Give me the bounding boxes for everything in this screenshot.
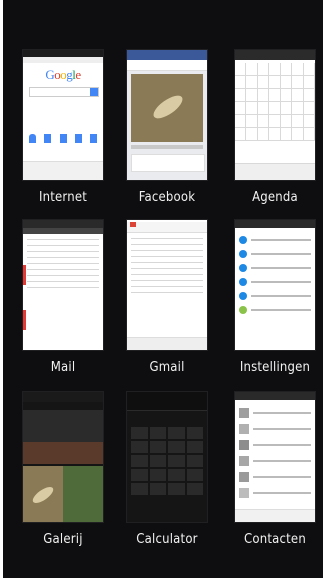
contact-avatar: [239, 472, 249, 482]
contacten-thumbnail: [235, 392, 315, 522]
calendar-grid: [235, 63, 315, 141]
google-logo: Google: [45, 67, 81, 82]
app-label-contacten: Contacten: [244, 532, 306, 547]
galerij-thumbnail: [23, 392, 103, 522]
search-box: [29, 87, 99, 97]
app-card-mail[interactable]: Mail: [23, 220, 119, 380]
app-card-contacten[interactable]: Contacten: [235, 392, 323, 552]
contact-avatar: [239, 440, 249, 450]
agenda-thumbnail: [235, 50, 315, 180]
contact-avatar: [239, 488, 249, 498]
shortcut-icon: [90, 134, 97, 143]
search-icon: [90, 88, 98, 96]
app-label-agenda: Agenda: [252, 190, 298, 205]
app-card-galerij[interactable]: Galerij: [23, 392, 119, 552]
calculator-keypad: [127, 423, 207, 499]
settings-icon: [239, 264, 247, 272]
settings-icon: [239, 236, 247, 244]
app-card-instellingen[interactable]: Instellingen: [235, 220, 323, 380]
settings-icon: [239, 278, 247, 286]
gmail-thumbnail: [127, 220, 207, 350]
shortcut-icon: [74, 134, 82, 143]
app-label-facebook: Facebook: [138, 190, 196, 205]
app-label-calculator: Calculator: [136, 532, 198, 547]
contact-avatar: [239, 408, 249, 418]
shortcut-icon: [59, 134, 67, 143]
app-card-internet[interactable]: Google Internet: [23, 50, 119, 210]
photo-feather: [150, 91, 186, 123]
calculator-thumbnail: [127, 392, 207, 522]
gallery-image: [23, 466, 63, 522]
contact-avatar: [239, 424, 249, 434]
settings-icon: [239, 250, 247, 258]
settings-icon: [239, 306, 247, 314]
recent-apps-screen: Google Internet Facebook Agenda Mail Gma…: [3, 0, 323, 578]
contact-avatar: [239, 456, 249, 466]
app-label-galerij: Galerij: [43, 532, 83, 547]
gallery-image: [23, 442, 103, 464]
shortcut-icon: [29, 134, 36, 143]
app-card-calculator[interactable]: Calculator: [127, 392, 223, 552]
instellingen-thumbnail: [235, 220, 315, 350]
app-label-instellingen: Instellingen: [239, 360, 311, 375]
app-card-gmail[interactable]: Gmail: [127, 220, 223, 380]
app-card-facebook[interactable]: Facebook: [127, 50, 223, 210]
shortcut-icon: [44, 134, 52, 143]
internet-thumbnail: Google: [23, 50, 103, 180]
gallery-image: [63, 466, 103, 522]
app-label-gmail: Gmail: [149, 360, 185, 375]
app-card-agenda[interactable]: Agenda: [235, 50, 323, 210]
facebook-thumbnail: [127, 50, 207, 180]
mail-thumbnail: [23, 220, 103, 350]
settings-icon: [239, 292, 247, 300]
app-label-mail: Mail: [50, 360, 76, 375]
app-label-internet: Internet: [38, 190, 87, 205]
gmail-logo-icon: [130, 222, 136, 227]
